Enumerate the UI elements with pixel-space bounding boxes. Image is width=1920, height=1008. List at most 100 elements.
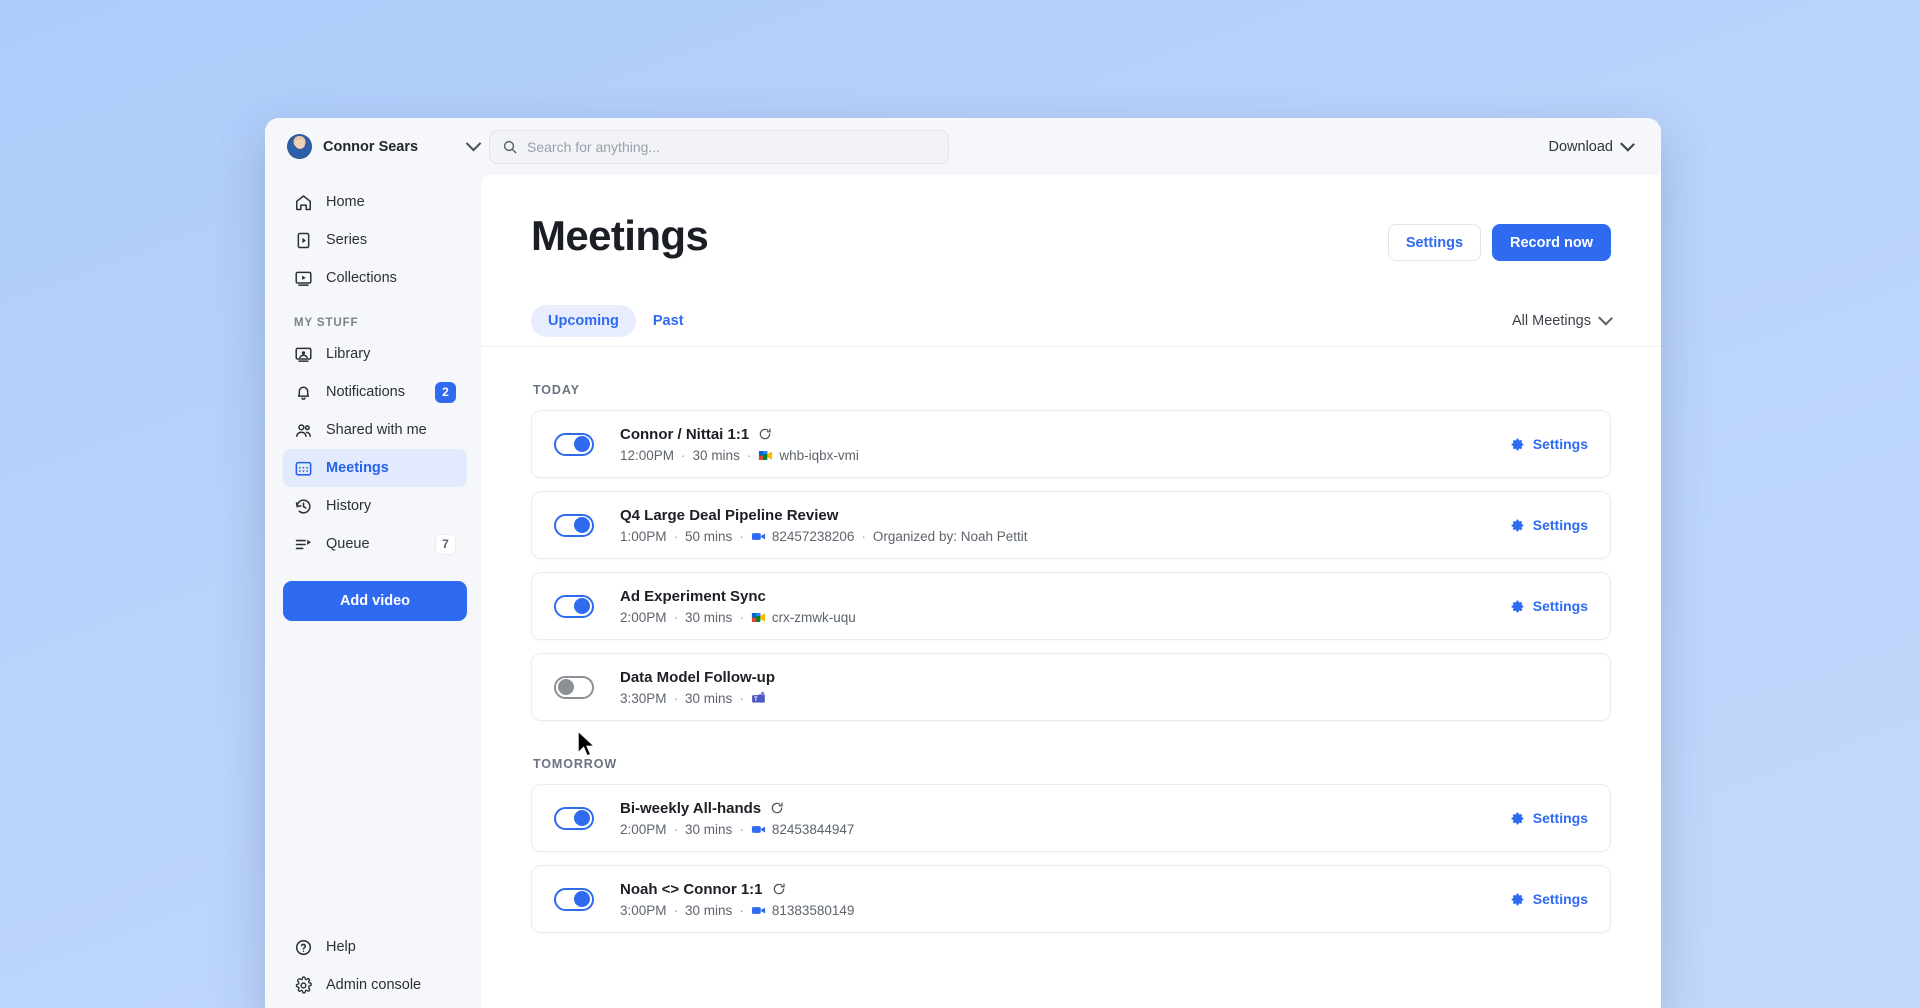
tab-past[interactable]: Past (636, 305, 701, 337)
sidebar-item-label: Library (326, 346, 371, 362)
meeting-meta: 3:30PM · 30 mins · T (620, 691, 775, 706)
meeting-row[interactable]: Bi-weekly All-hands 2:00PM · 30 mins · 824538… (531, 784, 1611, 852)
sidebar-item-label: Home (326, 194, 365, 210)
sidebar: Home Series Collections MY STUFF Library… (265, 175, 481, 1008)
meeting-record-toggle[interactable] (554, 675, 594, 699)
sidebar-stuff-nav: Library Notifications 2 Shared with me M… (283, 335, 467, 563)
meeting-info: Q4 Large Deal Pipeline Review 1:00PM · 50 m… (620, 507, 1028, 544)
meeting-record-toggle[interactable] (554, 806, 594, 830)
meeting-row[interactable]: Ad Experiment Sync 2:00PM · 30 mins · crx-zmw… (531, 572, 1611, 640)
series-icon (297, 232, 310, 248)
meeting-info: Data Model Follow-up 3:30PM · 30 mins · T (620, 669, 775, 706)
sidebar-item-label: Admin console (326, 977, 422, 993)
sidebar-item-queue[interactable]: Queue 7 (283, 525, 467, 563)
sidebar-item-label: Notifications (326, 384, 405, 400)
sidebar-item-history[interactable]: History (283, 487, 467, 525)
user-menu[interactable]: Connor Sears (287, 134, 482, 159)
meeting-duration: 50 mins (685, 528, 733, 544)
chevron-down-icon (1598, 310, 1613, 326)
meeting-time: 12:00PM (620, 447, 675, 463)
meeting-settings-label: Settings (1532, 810, 1588, 826)
sidebar-item-shared-with-me[interactable]: Shared with me (283, 411, 467, 449)
meeting-settings-button[interactable]: Settings (1510, 810, 1588, 826)
meeting-title-row: Bi-weekly All-hands (620, 800, 854, 817)
meeting-code: 82453844947 (771, 821, 855, 837)
tabs-row: Upcoming Past All Meetings (481, 295, 1661, 347)
app-window: Connor Sears Search for anything... Down… (265, 118, 1661, 1008)
body-split: Home Series Collections MY STUFF Library… (265, 175, 1661, 1008)
meeting-settings-label: Settings (1532, 891, 1588, 907)
sidebar-item-label: Meetings (326, 460, 389, 476)
meeting-record-toggle[interactable] (554, 887, 594, 911)
sidebar-item-meetings[interactable]: Meetings (283, 449, 467, 487)
sidebar-item-collections[interactable]: Collections (283, 259, 467, 297)
add-video-button[interactable]: Add video (283, 581, 467, 621)
sidebar-item-series[interactable]: Series (283, 221, 467, 259)
sidebar-bottom-nav: Help Admin console (283, 928, 467, 1008)
microsoft-teams-icon: T (751, 691, 766, 706)
home-icon (296, 194, 311, 210)
recurring-icon (759, 428, 771, 440)
sidebar-section-label: MY STUFF (294, 317, 359, 329)
separator-dot: · (673, 609, 679, 625)
download-menu[interactable]: Download (1549, 136, 1640, 155)
library-icon (295, 347, 312, 362)
sidebar-item-label: Queue (326, 536, 370, 552)
page-header: Meetings Settings Record now (481, 175, 1661, 261)
meeting-record-toggle[interactable] (554, 594, 594, 618)
meeting-record-toggle[interactable] (554, 432, 594, 456)
settings-button[interactable]: Settings (1387, 224, 1482, 261)
meeting-title: Noah <> Connor 1:1 (620, 880, 763, 898)
record-now-button[interactable]: Record now (1492, 224, 1611, 261)
meeting-meta: 1:00PM · 50 mins · 82457238206 · Organized by:… (620, 529, 1028, 544)
meeting-settings-button[interactable]: Settings (1510, 517, 1588, 533)
separator-dot: · (739, 821, 744, 837)
meeting-settings-button[interactable]: Settings (1510, 891, 1588, 907)
sidebar-item-help[interactable]: Help (283, 928, 467, 966)
meeting-duration: 30 mins (685, 821, 733, 837)
gear-icon (1511, 812, 1524, 824)
meeting-title: Data Model Follow-up (620, 668, 775, 686)
page-title: Meetings (531, 212, 709, 259)
meeting-title-row: Q4 Large Deal Pipeline Review (620, 507, 1028, 524)
search-placeholder: Search for anything... (527, 138, 661, 155)
meeting-code: crx-zmwk-uqu (771, 609, 856, 625)
sidebar-item-notifications[interactable]: Notifications 2 (283, 373, 467, 411)
zoom-icon (751, 822, 766, 837)
search-input[interactable]: Search for anything... (489, 129, 949, 164)
meeting-title: Ad Experiment Sync (620, 587, 766, 605)
meeting-row[interactable]: Data Model Follow-up 3:30PM · 30 mins · T (531, 653, 1611, 721)
meetings-filter-select[interactable]: All Meetings (1512, 310, 1613, 329)
meeting-meta: 2:00PM · 30 mins · crx-zmwk-uqu (620, 610, 856, 625)
separator-dot: · (673, 821, 679, 837)
meeting-code: 81383580149 (771, 902, 855, 918)
user-name: Connor Sears (323, 138, 419, 155)
meeting-duration: 30 mins (685, 902, 733, 918)
sidebar-item-home[interactable]: Home (283, 183, 467, 221)
meeting-row[interactable]: Noah <> Connor 1:1 3:00PM · 30 mins · 8138358… (531, 865, 1611, 933)
meeting-time: 2:00PM (620, 609, 667, 625)
meeting-title-row: Noah <> Connor 1:1 (620, 881, 854, 898)
meeting-duration: 30 mins (685, 609, 733, 625)
separator-dot: · (861, 528, 866, 544)
meeting-row[interactable]: Connor / Nittai 1:1 12:00PM · 30 mins · whb-i… (531, 410, 1611, 478)
meeting-row[interactable]: Q4 Large Deal Pipeline Review 1:00PM · 50 m… (531, 491, 1611, 559)
queue-icon (295, 539, 311, 549)
search-icon (503, 140, 517, 153)
zoom-icon (751, 529, 766, 544)
tab-upcoming[interactable]: Upcoming (531, 304, 636, 337)
sidebar-item-admin-console[interactable]: Admin console (283, 966, 467, 1004)
sidebar-item-library[interactable]: Library (283, 335, 467, 373)
main-panel: Meetings Settings Record now Upcoming Pa… (481, 175, 1661, 1008)
meeting-info: Ad Experiment Sync 2:00PM · 30 mins · crx-zmw… (620, 588, 856, 625)
meeting-record-toggle[interactable] (554, 513, 594, 537)
meeting-settings-button[interactable]: Settings (1510, 436, 1588, 452)
people-icon (296, 423, 311, 437)
separator-dot: · (739, 902, 744, 918)
sidebar-item-label: Series (326, 232, 368, 248)
meetings-list[interactable]: TODAY Connor / Nittai 1:1 12:00PM · 30 mins ·… (481, 347, 1661, 1008)
chevron-down-icon[interactable] (465, 135, 482, 152)
meeting-meta: 12:00PM · 30 mins · whb-iqbx-vmi (620, 448, 859, 463)
meeting-settings-label: Settings (1532, 517, 1588, 533)
meeting-settings-button[interactable]: Settings (1510, 598, 1588, 614)
